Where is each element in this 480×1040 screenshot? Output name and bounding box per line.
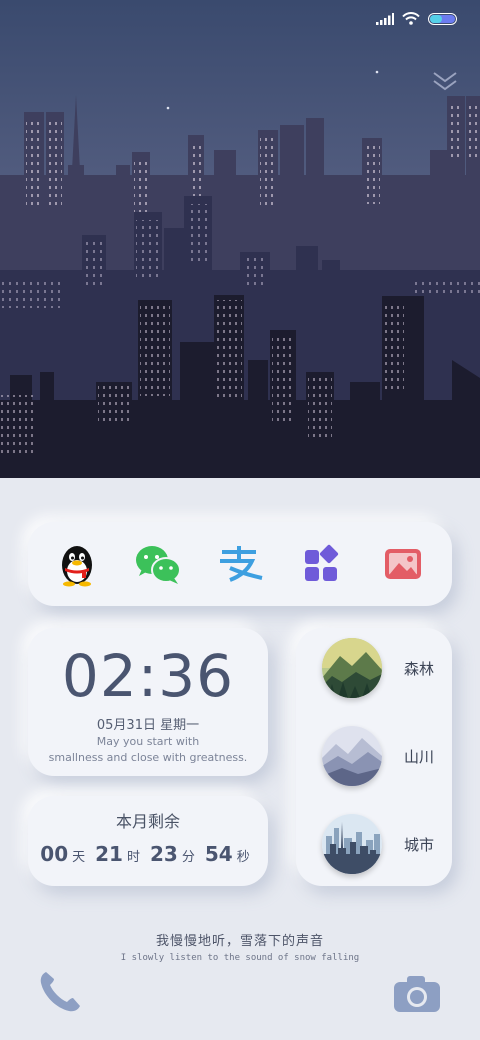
status-bar <box>376 10 458 29</box>
motto-line-1: May you start with <box>96 735 200 748</box>
phone-icon[interactable] <box>36 968 84 1020</box>
app-dock <box>28 522 452 606</box>
clock-time: 02:36 <box>61 642 235 710</box>
countdown-hours-unit: 时 <box>126 850 140 865</box>
clock-widget[interactable]: 02:36 05月31日 星期一 May you start with smal… <box>28 628 268 776</box>
wifi-icon <box>402 10 420 29</box>
camera-icon[interactable] <box>392 974 442 1018</box>
countdown-title: 本月剩余 <box>115 812 180 831</box>
countdown-seconds: 54 <box>204 842 233 866</box>
month-countdown-widget[interactable]: 本月剩余 00 天 21 时 23 分 54 秒 <box>28 796 268 886</box>
countdown-seconds-unit: 秒 <box>236 850 250 865</box>
countdown-minutes: 23 <box>150 842 178 866</box>
quote-english: I slowly listen to the sound of snow fal… <box>120 953 360 963</box>
wechat-icon[interactable] <box>133 539 183 589</box>
clock-date: 05月31日 星期一 <box>96 718 200 733</box>
signal-icon <box>376 10 394 29</box>
quote-chinese: 我慢慢地听，雪落下的声音 <box>155 934 324 949</box>
gallery-icon[interactable] <box>378 539 428 589</box>
forest-thumbnail <box>322 638 382 698</box>
countdown-values: 00 天 21 时 23 分 54 秒 <box>28 842 268 866</box>
quote-block: 我慢慢地听，雪落下的声音 I slowly listen to the soun… <box>0 930 480 963</box>
chevron-double-down-icon[interactable] <box>432 70 458 96</box>
scene-city[interactable]: 城市 <box>322 814 434 874</box>
wallpaper-skyline <box>0 0 480 478</box>
qq-icon[interactable] <box>52 539 102 589</box>
battery-icon <box>428 10 458 29</box>
scene-forest[interactable]: 森林 <box>322 638 434 698</box>
motto-line-2: smallness and close with greatness. <box>48 751 248 764</box>
countdown-minutes-unit: 分 <box>181 850 195 865</box>
countdown-hours: 21 <box>95 842 123 866</box>
mountains-thumbnail <box>322 726 382 786</box>
scene-mountains-label: 山川 <box>404 747 435 766</box>
scenes-widget: 森林 山川 城市 <box>296 628 452 886</box>
scene-forest-label: 森林 <box>404 659 435 678</box>
scene-mountains[interactable]: 山川 <box>322 726 434 786</box>
alipay-icon[interactable] <box>215 539 265 589</box>
scene-city-label: 城市 <box>404 835 435 854</box>
city-thumbnail <box>322 814 382 874</box>
countdown-days: 00 <box>40 842 69 866</box>
apps-icon[interactable] <box>297 539 347 589</box>
countdown-days-unit: 天 <box>72 850 86 865</box>
